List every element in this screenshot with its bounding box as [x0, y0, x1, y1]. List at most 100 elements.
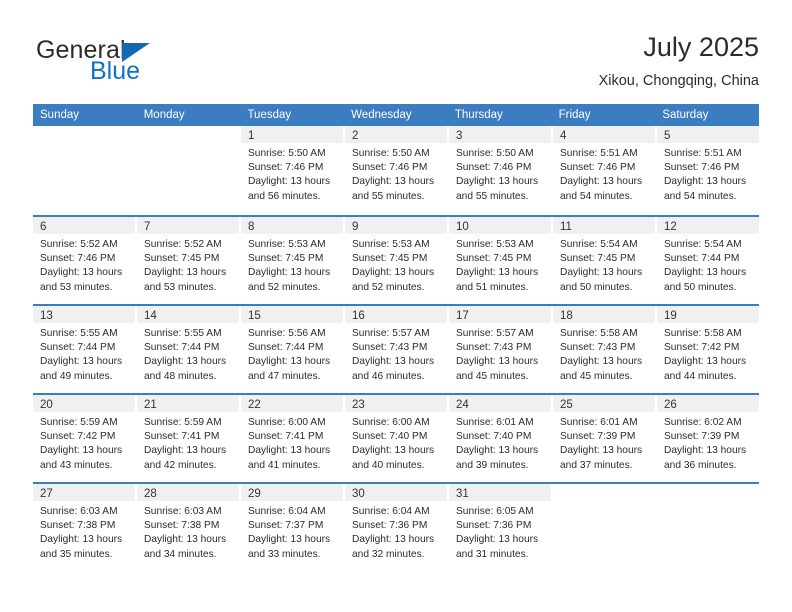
- day-number: 18: [560, 310, 573, 322]
- day-detail-line: Daylight: 13 hours: [664, 445, 747, 457]
- day-number-band: 1: [241, 126, 343, 143]
- calendar-day-cell[interactable]: 16 Sunrise: 5:57 AM Sunset: 7:43 PM Dayligh…: [345, 306, 447, 393]
- calendar-day-cell[interactable]: 18 Sunrise: 5:58 AM Sunset: 7:43 PM Dayligh…: [553, 306, 655, 393]
- calendar-day-cell[interactable]: 29 Sunrise: 6:04 AM Sunset: 7:37 PM Dayligh…: [241, 484, 343, 571]
- day-detail-line: Sunrise: 6:05 AM: [456, 506, 534, 517]
- calendar-day-cell[interactable]: 28 Sunrise: 6:03 AM Sunset: 7:38 PM Dayligh…: [137, 484, 239, 571]
- calendar-day-cell[interactable]: 3 Sunrise: 5:50 AM Sunset: 7:46 PM Daylight…: [449, 126, 551, 215]
- day-detail-line: Sunrise: 5:51 AM: [560, 148, 638, 159]
- calendar-day-cell[interactable]: 12 Sunrise: 5:54 AM Sunset: 7:44 PM Dayligh…: [657, 217, 759, 304]
- day-number: 3: [456, 130, 463, 142]
- day-detail-line: Sunrise: 6:01 AM: [456, 417, 534, 428]
- day-details: Sunrise: 5:51 AM Sunset: 7:46 PM Daylight:…: [657, 143, 759, 204]
- weekday-header-saturday: Saturday: [662, 109, 709, 121]
- calendar-day-cell[interactable]: 25 Sunrise: 6:01 AM Sunset: 7:39 PM Dayligh…: [553, 395, 655, 482]
- calendar-day-cell[interactable]: 6 Sunrise: 5:52 AM Sunset: 7:46 PM Daylight…: [33, 217, 135, 304]
- day-detail-line: Sunset: 7:40 PM: [352, 431, 428, 443]
- calendar-day-cell[interactable]: 19 Sunrise: 5:58 AM Sunset: 7:42 PM Dayligh…: [657, 306, 759, 393]
- calendar-week-row: 13 Sunrise: 5:55 AM Sunset: 7:44 PM Dayligh…: [33, 304, 759, 393]
- day-number: 31: [456, 488, 469, 500]
- day-number-band: 31: [449, 484, 551, 501]
- day-detail-line: Daylight: 13 hours: [144, 534, 227, 546]
- calendar-day-cell[interactable]: 11 Sunrise: 5:54 AM Sunset: 7:45 PM Dayligh…: [553, 217, 655, 304]
- calendar-day-cell[interactable]: 15 Sunrise: 5:56 AM Sunset: 7:44 PM Dayligh…: [241, 306, 343, 393]
- day-detail-line: and 55 minutes.: [352, 190, 425, 202]
- day-detail-line: Daylight: 13 hours: [456, 445, 539, 457]
- day-detail-line: Sunset: 7:46 PM: [664, 162, 740, 174]
- day-detail-line: and 41 minutes.: [248, 459, 321, 471]
- day-detail-line: Sunrise: 5:58 AM: [560, 328, 638, 339]
- general-blue-logo[interactable]: General Blue: [33, 36, 233, 92]
- day-details: Sunrise: 5:54 AM Sunset: 7:44 PM Daylight:…: [657, 234, 759, 295]
- day-detail-line: Sunrise: 5:54 AM: [560, 239, 638, 250]
- calendar-day-cell[interactable]: 13 Sunrise: 5:55 AM Sunset: 7:44 PM Dayligh…: [33, 306, 135, 393]
- day-detail-line: and 50 minutes.: [560, 281, 633, 293]
- weekday-header-sunday: Sunday: [40, 109, 80, 121]
- calendar-day-cell[interactable]: 21 Sunrise: 5:59 AM Sunset: 7:41 PM Dayligh…: [137, 395, 239, 482]
- day-detail-line: Sunrise: 5:51 AM: [664, 148, 742, 159]
- calendar-day-cell[interactable]: 7 Sunrise: 5:52 AM Sunset: 7:45 PM Daylight…: [137, 217, 239, 304]
- day-number-band: [33, 126, 135, 143]
- day-number: 19: [664, 310, 677, 322]
- day-number-band: 24: [449, 395, 551, 412]
- day-detail-line: Sunrise: 5:56 AM: [248, 328, 326, 339]
- calendar-day-cell[interactable]: 23 Sunrise: 6:00 AM Sunset: 7:40 PM Dayligh…: [345, 395, 447, 482]
- day-number-band: 26: [657, 395, 759, 412]
- day-detail-line: and 37 minutes.: [560, 459, 633, 471]
- calendar-day-cell[interactable]: 10 Sunrise: 5:53 AM Sunset: 7:45 PM Dayligh…: [449, 217, 551, 304]
- day-detail-line: Sunset: 7:45 PM: [560, 253, 636, 265]
- calendar-day-cell[interactable]: 1 Sunrise: 5:50 AM Sunset: 7:46 PM Daylight…: [241, 126, 343, 215]
- day-detail-line: Sunset: 7:44 PM: [144, 342, 220, 354]
- day-details: Sunrise: 5:59 AM Sunset: 7:41 PM Daylight:…: [137, 412, 239, 473]
- day-detail-line: Sunset: 7:40 PM: [456, 431, 532, 443]
- day-detail-line: Daylight: 13 hours: [352, 534, 435, 546]
- day-detail-line: Sunset: 7:44 PM: [40, 342, 116, 354]
- day-detail-line: and 54 minutes.: [664, 190, 737, 202]
- calendar-day-cell[interactable]: 14 Sunrise: 5:55 AM Sunset: 7:44 PM Dayligh…: [137, 306, 239, 393]
- calendar-day-cell[interactable]: 31 Sunrise: 6:05 AM Sunset: 7:36 PM Dayligh…: [449, 484, 551, 571]
- day-detail-line: Sunset: 7:43 PM: [560, 342, 636, 354]
- calendar-day-cell[interactable]: 24 Sunrise: 6:01 AM Sunset: 7:40 PM Dayligh…: [449, 395, 551, 482]
- day-details: Sunrise: 6:03 AM Sunset: 7:38 PM Daylight:…: [137, 501, 239, 562]
- day-details: Sunrise: 6:04 AM Sunset: 7:36 PM Daylight:…: [345, 501, 447, 562]
- day-number-band: 22: [241, 395, 343, 412]
- day-detail-line: Sunset: 7:39 PM: [664, 431, 740, 443]
- day-detail-line: and 52 minutes.: [352, 281, 425, 293]
- calendar-day-cell[interactable]: 17 Sunrise: 5:57 AM Sunset: 7:43 PM Dayligh…: [449, 306, 551, 393]
- calendar-day-cell[interactable]: 27 Sunrise: 6:03 AM Sunset: 7:38 PM Dayligh…: [33, 484, 135, 571]
- calendar-day-cell[interactable]: 4 Sunrise: 5:51 AM Sunset: 7:46 PM Daylight…: [553, 126, 655, 215]
- title-block: July 2025 Xikou, Chongqing, China: [599, 30, 759, 91]
- day-detail-line: Sunset: 7:37 PM: [248, 520, 324, 532]
- day-number: 14: [144, 310, 157, 322]
- day-detail-line: Sunset: 7:38 PM: [40, 520, 116, 532]
- weekday-header-row: Sunday Monday Tuesday Wednesday Thursday Frid…: [33, 104, 759, 126]
- calendar-day-cell[interactable]: 9 Sunrise: 5:53 AM Sunset: 7:45 PM Daylight…: [345, 217, 447, 304]
- day-number-band: [137, 126, 239, 143]
- day-number-band: 30: [345, 484, 447, 501]
- calendar-day-cell[interactable]: 8 Sunrise: 5:53 AM Sunset: 7:45 PM Daylight…: [241, 217, 343, 304]
- day-detail-line: Sunset: 7:46 PM: [248, 162, 324, 174]
- calendar-day-cell[interactable]: 26 Sunrise: 6:02 AM Sunset: 7:39 PM Dayligh…: [657, 395, 759, 482]
- calendar-day-cell[interactable]: 22 Sunrise: 6:00 AM Sunset: 7:41 PM Dayligh…: [241, 395, 343, 482]
- day-detail-line: Sunset: 7:41 PM: [248, 431, 324, 443]
- day-details: Sunrise: 5:51 AM Sunset: 7:46 PM Daylight:…: [553, 143, 655, 204]
- day-number-band: 6: [33, 217, 135, 234]
- calendar-day-cell[interactable]: 5 Sunrise: 5:51 AM Sunset: 7:46 PM Daylight…: [657, 126, 759, 215]
- calendar-day-cell[interactable]: 2 Sunrise: 5:50 AM Sunset: 7:46 PM Daylight…: [345, 126, 447, 215]
- day-details: Sunrise: 5:56 AM Sunset: 7:44 PM Daylight:…: [241, 323, 343, 384]
- day-detail-line: Sunset: 7:41 PM: [144, 431, 220, 443]
- day-details: Sunrise: 5:58 AM Sunset: 7:43 PM Daylight:…: [553, 323, 655, 384]
- day-detail-line: Sunset: 7:43 PM: [456, 342, 532, 354]
- day-number: 13: [40, 310, 53, 322]
- day-detail-line: Daylight: 13 hours: [456, 267, 539, 279]
- day-detail-line: Sunset: 7:45 PM: [352, 253, 428, 265]
- calendar-day-cell[interactable]: 20 Sunrise: 5:59 AM Sunset: 7:42 PM Dayligh…: [33, 395, 135, 482]
- day-number: 12: [664, 221, 677, 233]
- day-details: Sunrise: 5:57 AM Sunset: 7:43 PM Daylight:…: [449, 323, 551, 384]
- calendar-empty-cell: [657, 484, 759, 571]
- day-number: 26: [664, 399, 677, 411]
- day-number: 30: [352, 488, 365, 500]
- day-number-band: 3: [449, 126, 551, 143]
- calendar-day-cell[interactable]: 30 Sunrise: 6:04 AM Sunset: 7:36 PM Dayligh…: [345, 484, 447, 571]
- day-number: 7: [144, 221, 151, 233]
